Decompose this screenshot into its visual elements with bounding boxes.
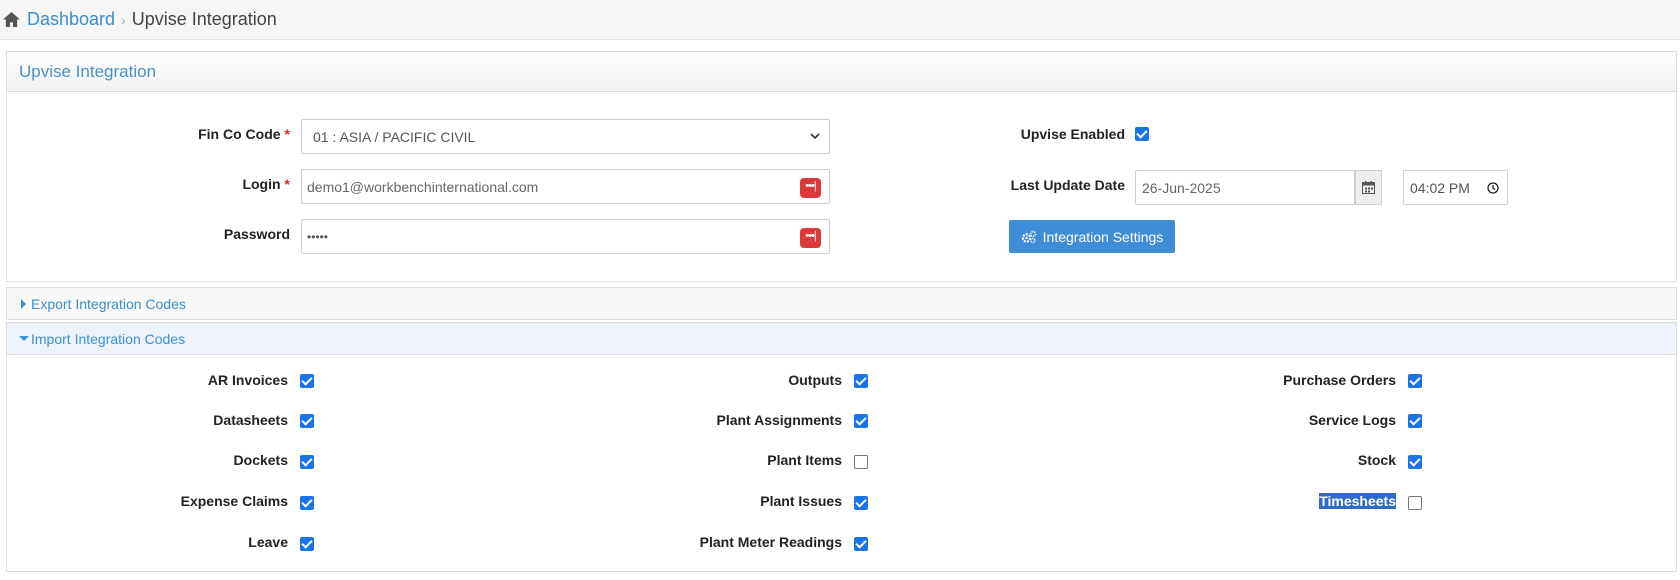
breadcrumb-current: Upvise Integration xyxy=(131,9,277,29)
import-checkbox-plant-meter-readings[interactable] xyxy=(854,537,868,551)
last-update-date-input[interactable]: 26-Jun-2025 xyxy=(1135,170,1355,205)
import-checkbox-dockets[interactable] xyxy=(300,455,314,469)
import-checkbox-service-logs[interactable] xyxy=(1408,414,1422,428)
import-label-plant-assignments: Plant Assignments xyxy=(716,412,842,428)
last-update-date-label: Last Update Date xyxy=(1010,177,1125,193)
integration-settings-label: Integration Settings xyxy=(1042,228,1164,245)
import-checkbox-stock[interactable] xyxy=(1408,455,1422,469)
import-integration-codes-toggle[interactable]: Import Integration Codes xyxy=(6,322,1677,355)
clock-icon[interactable] xyxy=(1487,182,1499,194)
password-manager-icon[interactable]: •••| xyxy=(800,228,821,248)
import-label-timesheets: Timesheets xyxy=(1200,493,1396,509)
last-update-date-value: 26-Jun-2025 xyxy=(1142,179,1221,196)
import-label-leave: Leave xyxy=(248,534,288,550)
home-icon[interactable] xyxy=(2,11,21,28)
upvise-enabled-label: Upvise Enabled xyxy=(1020,126,1125,142)
caret-down-icon xyxy=(19,336,29,341)
password-label: Password xyxy=(223,226,290,242)
export-integration-codes-toggle[interactable]: Export Integration Codes xyxy=(6,287,1677,320)
import-section-title: Import Integration Codes xyxy=(31,330,186,347)
import-label-expense-claims: Expense Claims xyxy=(180,493,288,509)
integration-settings-button[interactable]: Integration Settings xyxy=(1009,220,1175,253)
upvise-integration-panel: Upvise Integration xyxy=(6,51,1677,282)
import-checkbox-expense-claims[interactable] xyxy=(300,496,314,510)
caret-right-icon xyxy=(21,299,26,309)
calendar-icon xyxy=(1362,181,1375,194)
password-manager-icon[interactable]: •••| xyxy=(800,178,821,198)
import-checkbox-leave[interactable] xyxy=(300,537,314,551)
panel-title: Upvise Integration xyxy=(7,52,1676,92)
import-label-plant-issues: Plant Issues xyxy=(760,493,842,509)
import-checkbox-timesheets[interactable] xyxy=(1408,496,1422,510)
fin-co-code-label: Fin Co Code * xyxy=(198,126,290,142)
import-checkbox-plant-items[interactable] xyxy=(854,455,868,469)
import-checkbox-ar-invoices[interactable] xyxy=(300,374,314,388)
import-label-ar-invoices: AR Invoices xyxy=(207,372,288,388)
import-label-purchase-orders: Purchase Orders xyxy=(1283,372,1396,388)
export-section-title: Export Integration Codes xyxy=(31,295,186,312)
login-value: demo1@workbenchinternational.com xyxy=(307,178,539,195)
password-input[interactable]: ••••• •••| xyxy=(301,219,830,254)
fin-co-code-value: 01 : ASIA / PACIFIC CIVIL xyxy=(313,128,476,145)
import-label-dockets: Dockets xyxy=(233,452,288,468)
import-label-datasheets: Datasheets xyxy=(213,412,288,428)
import-label-plant-items: Plant Items xyxy=(767,452,842,468)
import-label-outputs: Outputs xyxy=(788,372,842,388)
last-update-time-input[interactable]: 04:02 PM xyxy=(1403,170,1508,205)
chevron-down-icon xyxy=(810,133,820,140)
import-checkbox-purchase-orders[interactable] xyxy=(1408,374,1422,388)
password-value: ••••• xyxy=(307,229,329,244)
login-input[interactable]: demo1@workbenchinternational.com •••| xyxy=(301,169,830,204)
breadcrumb-dashboard-link[interactable]: Dashboard xyxy=(27,9,115,30)
fin-co-code-select[interactable]: 01 : ASIA / PACIFIC CIVIL xyxy=(301,119,830,154)
breadcrumb-separator: › xyxy=(121,11,126,28)
import-checkbox-datasheets[interactable] xyxy=(300,414,314,428)
calendar-button[interactable] xyxy=(1355,170,1382,205)
selected-text-timesheets: Timesheets xyxy=(1319,493,1396,509)
cogs-icon xyxy=(1021,230,1036,243)
import-checkbox-outputs[interactable] xyxy=(854,374,868,388)
breadcrumb: Dashboard › Upvise Integration xyxy=(0,0,1680,40)
import-checkbox-plant-issues[interactable] xyxy=(854,496,868,510)
import-label-stock: Stock xyxy=(1357,452,1396,468)
import-label-plant-meter-readings: Plant Meter Readings xyxy=(699,534,842,550)
import-checkbox-plant-assignments[interactable] xyxy=(854,414,868,428)
login-label: Login * xyxy=(242,176,290,192)
upvise-enabled-checkbox[interactable] xyxy=(1135,127,1149,141)
import-label-service-logs: Service Logs xyxy=(1308,412,1396,428)
last-update-time-value: 04:02 PM xyxy=(1410,179,1470,196)
